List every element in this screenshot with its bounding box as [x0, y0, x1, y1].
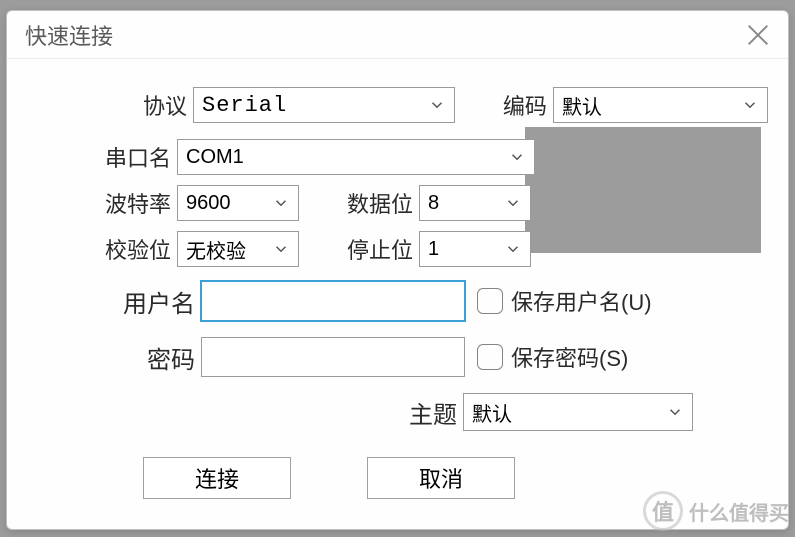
quick-connect-dialog: 快速连接 协议 Serial 编码 默认 串口名 COM1 — [6, 10, 789, 530]
parity-label: 校验位 — [27, 233, 171, 265]
baud-value: 9600 — [186, 192, 231, 215]
chevron-down-icon — [272, 240, 290, 258]
cancel-button-label: 取消 — [419, 462, 463, 494]
save-username-label: 保存用户名(U) — [511, 285, 652, 317]
port-value: COM1 — [186, 146, 244, 169]
theme-value: 默认 — [472, 398, 512, 427]
cancel-button[interactable]: 取消 — [367, 457, 515, 499]
databits-label: 数据位 — [309, 187, 413, 219]
titlebar: 快速连接 — [7, 11, 788, 59]
protocol-label: 协议 — [27, 89, 187, 121]
stopbits-select[interactable]: 1 — [419, 231, 531, 267]
protocol-select[interactable]: Serial — [193, 87, 455, 123]
chevron-down-icon — [508, 148, 526, 166]
username-label: 用户名 — [27, 284, 195, 319]
stopbits-label: 停止位 — [309, 233, 413, 265]
theme-select[interactable]: 默认 — [463, 393, 693, 431]
save-username-checkbox[interactable] — [477, 288, 503, 314]
stopbits-value: 1 — [428, 238, 439, 261]
username-input[interactable] — [201, 281, 465, 321]
encoding-value: 默认 — [562, 91, 602, 120]
baud-label: 波特率 — [27, 187, 171, 219]
encoding-label: 编码 — [469, 89, 547, 121]
connect-button-label: 连接 — [195, 462, 239, 494]
connect-button[interactable]: 连接 — [143, 457, 291, 499]
chevron-down-icon — [741, 96, 759, 114]
chevron-down-icon — [504, 194, 522, 212]
save-password-label: 保存密码(S) — [511, 341, 628, 373]
port-select[interactable]: COM1 — [177, 139, 535, 175]
protocol-value: Serial — [202, 93, 287, 118]
theme-label: 主题 — [27, 395, 457, 430]
databits-select[interactable]: 8 — [419, 185, 531, 221]
parity-select[interactable]: 无校验 — [177, 231, 299, 267]
chevron-down-icon — [272, 194, 290, 212]
port-label: 串口名 — [27, 141, 171, 173]
chevron-down-icon — [428, 96, 446, 114]
parity-value: 无校验 — [186, 235, 246, 264]
watermark-text: 什么值得买 — [689, 497, 789, 526]
password-label: 密码 — [27, 340, 195, 375]
databits-value: 8 — [428, 192, 439, 215]
dialog-body: 协议 Serial 编码 默认 串口名 COM1 波特率 9600 — [7, 59, 788, 519]
chevron-down-icon — [666, 403, 684, 421]
watermark-badge: 值 — [643, 491, 683, 531]
save-password-checkbox[interactable] — [477, 344, 503, 370]
chevron-down-icon — [504, 240, 522, 258]
baud-select[interactable]: 9600 — [177, 185, 299, 221]
encoding-select[interactable]: 默认 — [553, 87, 768, 123]
preview-placeholder — [525, 127, 761, 253]
close-icon[interactable] — [744, 21, 772, 49]
dialog-title: 快速连接 — [25, 19, 744, 51]
watermark: 值 什么值得买 — [643, 491, 789, 531]
password-input[interactable] — [201, 337, 465, 377]
